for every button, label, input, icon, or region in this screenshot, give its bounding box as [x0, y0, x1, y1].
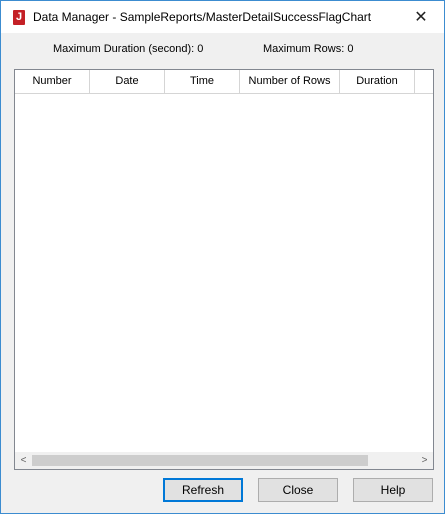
help-button[interactable]: Help: [353, 478, 433, 502]
table-header: Number Date Time Number of Rows Duration: [15, 70, 433, 94]
column-header-duration[interactable]: Duration: [340, 70, 415, 93]
data-manager-dialog: J Data Manager - SampleReports/MasterDet…: [0, 0, 445, 514]
scroll-left-icon[interactable]: <: [15, 452, 32, 469]
column-header-date[interactable]: Date: [90, 70, 165, 93]
scroll-right-icon[interactable]: >: [416, 452, 433, 469]
max-rows-label: Maximum Rows: 0: [263, 43, 354, 55]
max-duration-label: Maximum Duration (second): 0: [53, 43, 204, 55]
horizontal-scrollbar[interactable]: < >: [15, 452, 433, 469]
title-bar[interactable]: J Data Manager - SampleReports/MasterDet…: [1, 1, 444, 33]
history-table[interactable]: Number Date Time Number of Rows Duration…: [14, 69, 434, 470]
close-icon: ✕: [414, 9, 428, 26]
scrollbar-thumb[interactable]: [32, 455, 368, 466]
column-header-number[interactable]: Number: [15, 70, 90, 93]
close-button[interactable]: Close: [258, 478, 338, 502]
column-header-time[interactable]: Time: [165, 70, 240, 93]
refresh-button[interactable]: Refresh: [163, 478, 243, 502]
column-header-number-of-rows[interactable]: Number of Rows: [240, 70, 340, 93]
close-window-button[interactable]: ✕: [398, 1, 444, 33]
app-logo-icon: J: [13, 10, 25, 25]
window-title: Data Manager - SampleReports/MasterDetai…: [33, 10, 372, 24]
